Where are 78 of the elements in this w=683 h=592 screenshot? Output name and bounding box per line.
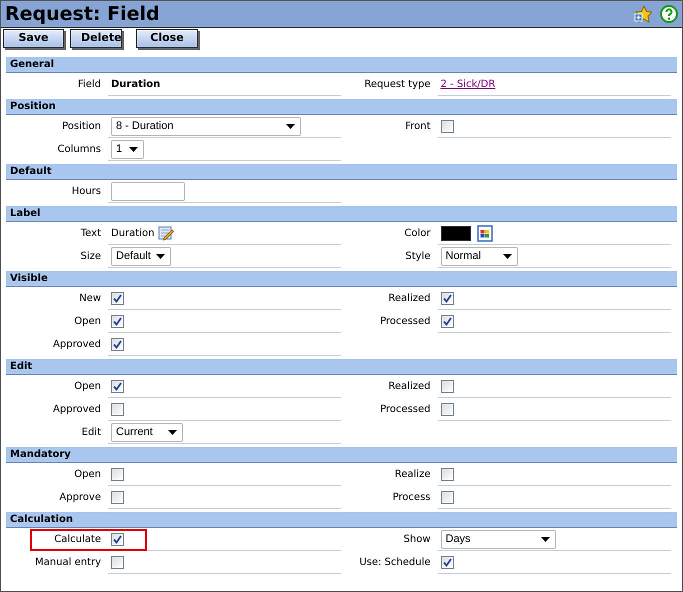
toolbar-button[interactable]: Save [3,29,64,48]
checkbox[interactable] [111,532,124,546]
toolbar-button[interactable]: Delete [70,29,122,48]
checkbox[interactable] [440,402,454,416]
field-label: Open [74,468,101,482]
checkbox[interactable] [111,292,124,304]
dropdown[interactable]: Days [440,530,556,548]
section-header: Label [6,206,677,222]
section-header: Default [6,164,677,180]
section-header: General [6,57,677,73]
section-header: Visible [6,271,677,287]
window-title: Request: Field [5,4,160,24]
checkbox[interactable] [111,338,124,350]
caret-icon [156,254,165,258]
field-label: Approve [59,491,101,505]
dropdown[interactable]: Default [111,246,171,266]
color-palette-icon[interactable] [476,224,492,242]
field-label: Style [405,250,430,264]
field-label: Use: Schedule [359,556,430,570]
field-label: Calculate [54,533,101,547]
checkbox[interactable] [440,314,454,328]
checkbox[interactable] [111,490,124,504]
caret-icon [286,124,295,128]
checkbox[interactable] [111,314,124,328]
dropdown[interactable]: Current [111,422,183,442]
request-type-link[interactable]: 2 - Sick/DR [440,76,496,92]
checkbox[interactable] [440,556,454,568]
dropdown[interactable]: 8 - Duration [111,116,301,136]
field-label: Hours [72,185,101,199]
field-label: Realized [388,380,430,394]
field-label: Field [78,78,101,92]
dropdown[interactable]: Normal [440,246,518,266]
edit-pencil-icon[interactable] [158,225,174,241]
field-label: Front [405,120,430,134]
label-text: Duration [111,226,154,240]
field-label: Processed [380,315,430,329]
checkbox[interactable] [440,380,454,392]
checkbox[interactable] [111,380,124,392]
caret-icon [502,254,512,258]
field-label: Realized [388,292,430,306]
field-label: Position [62,120,101,134]
field-label: Manual entry [35,556,101,570]
field-label: Color [404,227,430,241]
section-header: Calculation [6,512,677,528]
dropdown[interactable]: 1 [111,140,144,158]
hours-field[interactable] [111,182,185,200]
field-label: Edit [82,426,101,440]
section-header: Mandatory [6,447,677,463]
field-label: Show [404,533,430,547]
color-swatch[interactable] [440,226,470,240]
checkbox[interactable] [440,490,454,504]
checkbox[interactable] [440,292,454,304]
field-label: Size [80,250,101,264]
section-header: Edit [6,359,677,375]
field-label: Realize [394,468,430,482]
field-value: Duration [111,78,160,92]
toolbar-button[interactable]: Close [136,29,198,48]
field-label: Approved [53,403,101,417]
field-label: Text [80,227,101,241]
section-header: Position [6,99,677,115]
field-label: Open [74,315,101,329]
caret-icon [540,536,550,542]
field-label: Process [392,491,430,505]
field-label: Open [74,380,101,394]
favorite-star-icon[interactable] [634,5,652,23]
checkbox[interactable] [111,556,124,568]
field-label: New [79,292,101,306]
checkbox[interactable] [440,468,454,480]
checkbox[interactable] [111,402,124,416]
field-label: Processed [380,403,430,417]
checkbox[interactable] [111,468,124,480]
field-label: Approved [53,338,101,352]
field-label: Request type [364,78,430,92]
checkbox[interactable] [440,120,454,132]
caret-icon [129,146,138,152]
help-icon[interactable] [660,5,678,23]
field-label: Columns [57,143,101,157]
caret-icon [168,430,177,434]
